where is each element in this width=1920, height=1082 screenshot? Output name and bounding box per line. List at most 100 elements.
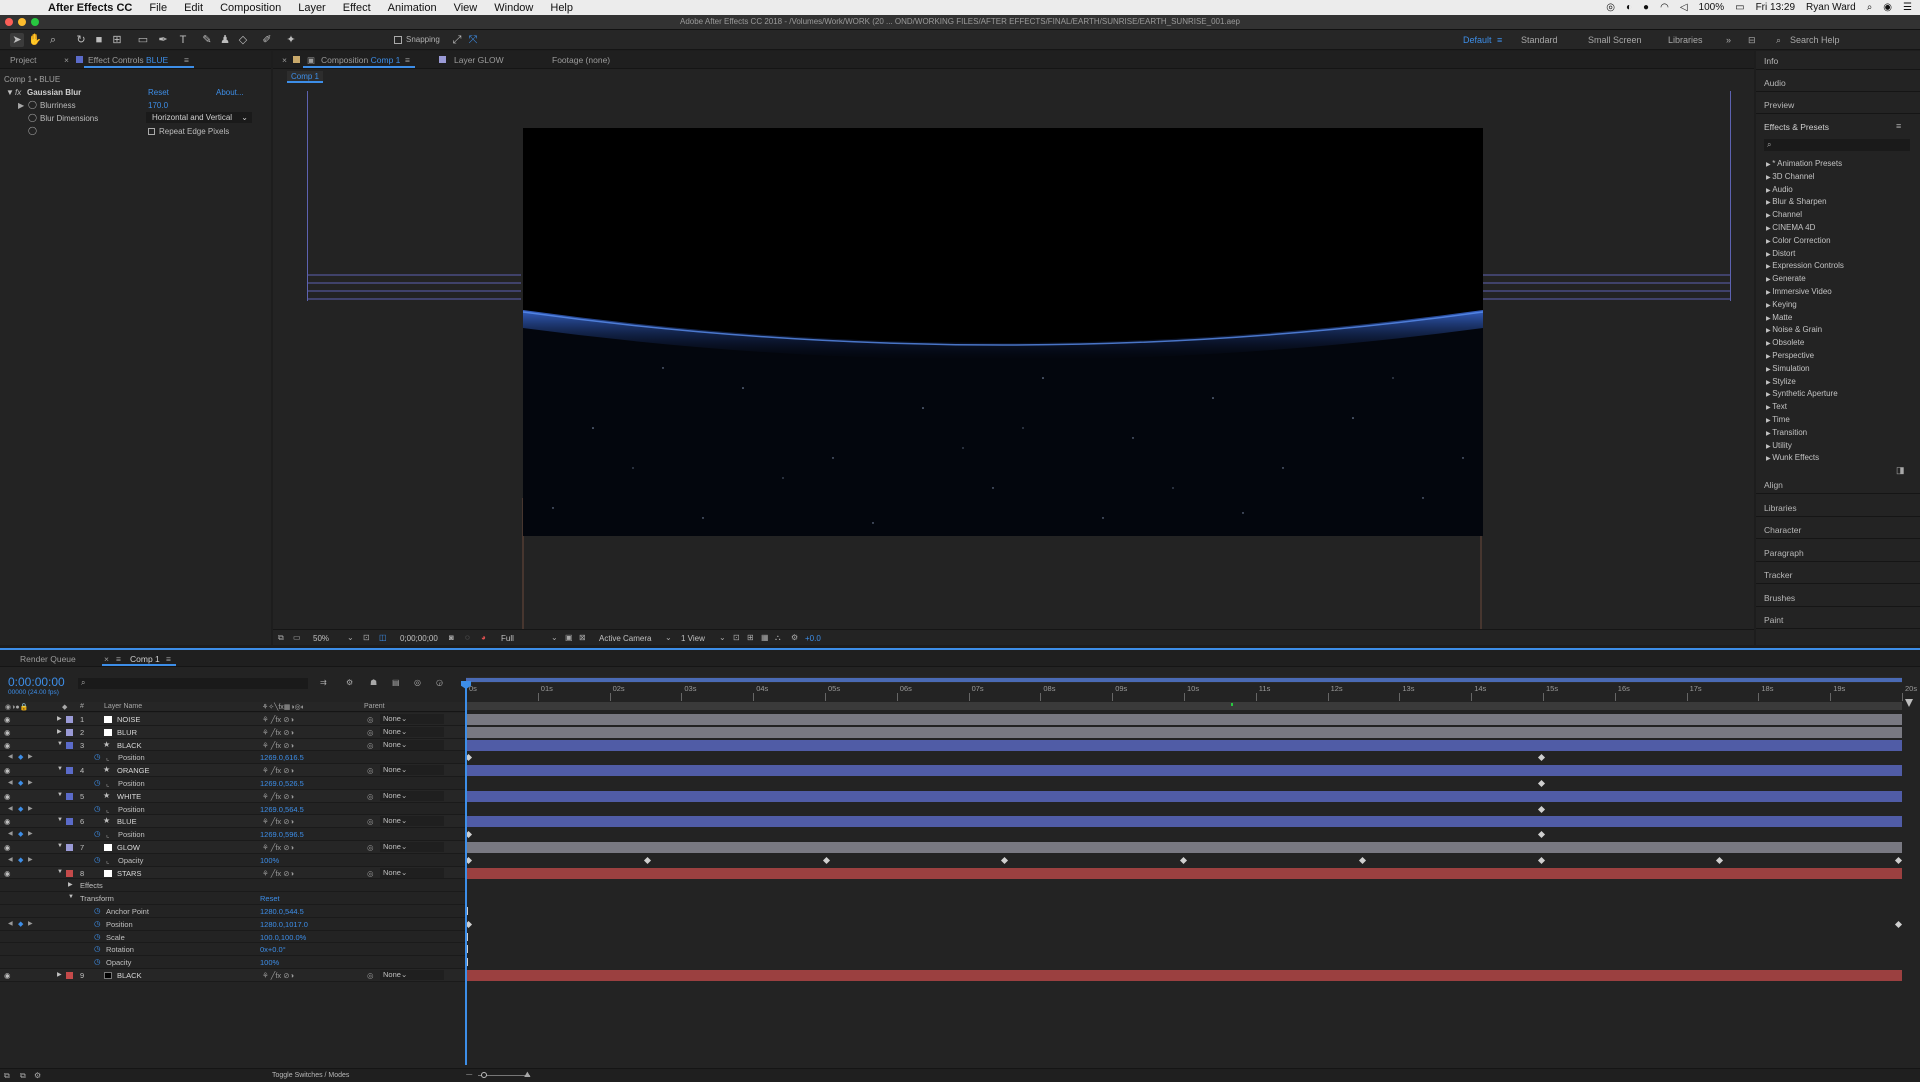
zoom-slider-thumb[interactable] bbox=[481, 1072, 487, 1078]
more-workspaces-icon[interactable]: » bbox=[1726, 35, 1731, 45]
property-value[interactable]: 1269.0,616.5 bbox=[260, 753, 304, 762]
type-tool-icon[interactable]: T bbox=[176, 33, 190, 47]
effects-category-item[interactable]: ▶ Perspective bbox=[1766, 351, 1814, 360]
roto-brush-tool-icon[interactable]: ✐ bbox=[260, 33, 274, 47]
twirl-open-icon[interactable]: ▼ bbox=[57, 817, 63, 823]
keyframe-diamond[interactable] bbox=[1001, 856, 1009, 864]
effects-category-item[interactable]: ▶ Generate bbox=[1766, 274, 1806, 283]
keyframe-next-icon[interactable]: ▶ bbox=[28, 753, 33, 760]
blurriness-value[interactable]: 170.0 bbox=[148, 101, 168, 110]
selection-tool-icon[interactable]: ➤ bbox=[10, 33, 24, 47]
property-value[interactable]: 1269.0,596.5 bbox=[260, 830, 304, 839]
blur-dimensions-dropdown[interactable]: Horizontal and Vertical ⌄ bbox=[146, 112, 252, 123]
parent-dropdown[interactable]: None⌄ bbox=[380, 816, 444, 827]
layer-switches-icons[interactable]: ⚘ ╱fx ⊘◑ bbox=[262, 766, 294, 775]
layer-duration-bar[interactable] bbox=[466, 970, 1902, 981]
camera-tool-icon[interactable]: ■ bbox=[92, 33, 106, 47]
layer-switches-icons[interactable]: ⚘ ╱fx ⊘◑ bbox=[262, 715, 294, 724]
layer-switches-icons[interactable]: ⚘ ╱fx ⊘◑ bbox=[262, 971, 294, 980]
eye-icon[interactable]: ◉ bbox=[4, 843, 11, 852]
stopwatch-icon[interactable]: ◯ bbox=[28, 126, 37, 135]
label-color-swatch[interactable] bbox=[66, 972, 73, 979]
effects-category-item[interactable]: ▶ * Animation Presets bbox=[1766, 159, 1842, 168]
keyframe-prev-icon[interactable]: ◀ bbox=[8, 920, 13, 927]
workspace-small-screen[interactable]: Small Screen bbox=[1588, 35, 1642, 45]
parent-dropdown[interactable]: None⌄ bbox=[380, 765, 444, 776]
info-panel-tab[interactable]: Info bbox=[1756, 51, 1920, 70]
notification-center-icon[interactable]: ☰ bbox=[1903, 2, 1912, 13]
camera-view-dropdown[interactable]: Active Camera bbox=[599, 634, 651, 643]
comp-panel-menu-icon[interactable]: ≡ bbox=[405, 55, 410, 65]
panel-tab-align[interactable]: Align bbox=[1756, 475, 1920, 494]
volume-icon[interactable]: ◁ bbox=[1680, 2, 1688, 13]
menu-help[interactable]: Help bbox=[550, 2, 573, 14]
keyframe-diamond[interactable] bbox=[1716, 856, 1724, 864]
comp-tab-close-icon[interactable]: × bbox=[282, 55, 287, 65]
stopwatch-icon[interactable]: ◷ bbox=[94, 932, 101, 941]
parent-pickwhip-icon[interactable]: ◎ bbox=[367, 715, 374, 724]
comp-subtab[interactable]: Comp 1 bbox=[287, 71, 323, 83]
eye-icon[interactable]: ◉ bbox=[4, 728, 11, 737]
label-color-swatch[interactable] bbox=[66, 869, 73, 877]
effects-category-item[interactable]: ▶ Immersive Video bbox=[1766, 287, 1832, 296]
stopwatch-icon[interactable]: ◷ bbox=[94, 855, 101, 864]
effects-category-item[interactable]: ▶ Audio bbox=[1766, 185, 1793, 194]
stopwatch-icon[interactable]: ◷ bbox=[94, 944, 101, 953]
region-of-interest-icon[interactable]: ▣ bbox=[565, 633, 573, 642]
snap-features-icon[interactable]: ⤧ bbox=[466, 33, 480, 47]
hand-tool-icon[interactable]: ✋ bbox=[28, 33, 42, 47]
safe-margins-icon[interactable]: ⊡ bbox=[363, 633, 370, 642]
comp-end-marker-icon[interactable] bbox=[1905, 699, 1913, 707]
parent-pickwhip-icon[interactable]: ◎ bbox=[367, 869, 374, 878]
toggle-switches-modes-button[interactable]: Toggle Switches / Modes bbox=[272, 1072, 349, 1079]
panel-tab-libraries[interactable]: Libraries bbox=[1756, 498, 1920, 517]
property-group-reset[interactable]: Reset bbox=[260, 894, 280, 903]
keyframe-add-icon[interactable]: ◆ bbox=[18, 753, 23, 761]
timeline-search-input[interactable]: ⌕ bbox=[78, 678, 308, 689]
eraser-tool-icon[interactable]: ◇ bbox=[236, 33, 250, 47]
stopwatch-icon[interactable]: ◷ bbox=[94, 957, 101, 966]
eye-icon[interactable]: ◉ bbox=[4, 869, 11, 878]
creative-cloud-icon[interactable]: ● bbox=[1643, 2, 1649, 13]
keyframe-diamond[interactable] bbox=[1358, 856, 1366, 864]
parent-pickwhip-icon[interactable]: ◎ bbox=[367, 817, 374, 826]
keyframe-diamond[interactable] bbox=[1537, 754, 1545, 762]
effects-category-item[interactable]: ▶ Noise & Grain bbox=[1766, 325, 1822, 334]
layer-name[interactable]: STARS bbox=[117, 869, 141, 878]
comp-tab-lock-icon[interactable]: ▣ bbox=[307, 55, 315, 66]
rotate-tool-icon[interactable]: ↻ bbox=[74, 33, 88, 47]
graph-icon[interactable]: ⌞ bbox=[106, 830, 110, 839]
tab-layer-glow[interactable]: Layer GLOW bbox=[454, 55, 504, 65]
layer-name[interactable]: ORANGE bbox=[117, 766, 150, 775]
brush-tool-icon[interactable]: ✎ bbox=[200, 33, 214, 47]
resolution-dropdown[interactable]: Full bbox=[501, 634, 514, 643]
effects-category-item[interactable]: ▶ CINEMA 4D bbox=[1766, 223, 1815, 232]
effects-category-item[interactable]: ▶ Utility bbox=[1766, 441, 1792, 450]
workspace-panel-icon[interactable]: ⊟ bbox=[1748, 35, 1756, 46]
keyframe-diamond[interactable] bbox=[1537, 856, 1545, 864]
clock[interactable]: Fri 13:29 bbox=[1756, 2, 1795, 13]
graph-icon[interactable]: ⌞ bbox=[106, 779, 110, 788]
battery-icon[interactable]: ▭ bbox=[1735, 2, 1744, 13]
effects-category-item[interactable]: ▶ 3D Channel bbox=[1766, 172, 1815, 181]
keyframe-prev-icon[interactable]: ◀ bbox=[8, 779, 13, 786]
eye-icon[interactable]: ◉ bbox=[4, 817, 11, 826]
chevron-down-icon[interactable]: ⌄ bbox=[347, 633, 354, 642]
effects-category-item[interactable]: ▶ Matte bbox=[1766, 313, 1792, 322]
pen-tool-icon[interactable]: ✒ bbox=[156, 33, 170, 47]
magnification-dropdown[interactable]: 50% bbox=[313, 634, 329, 643]
parent-dropdown[interactable]: None⌄ bbox=[380, 867, 444, 878]
layer-name[interactable]: BLUE bbox=[117, 817, 137, 826]
keyframe-add-icon[interactable]: ◆ bbox=[18, 779, 23, 787]
snapping-checkbox[interactable] bbox=[394, 36, 402, 44]
menu-animation[interactable]: Animation bbox=[388, 2, 437, 14]
effects-category-item[interactable]: ▶ Channel bbox=[1766, 210, 1802, 219]
eye-icon[interactable]: ◉ bbox=[4, 792, 11, 801]
parent-dropdown[interactable]: None⌄ bbox=[380, 726, 444, 737]
twirl-open-icon[interactable]: ▼ bbox=[57, 766, 63, 772]
keyframe-prev-icon[interactable]: ◀ bbox=[8, 805, 13, 812]
keyframe-diamond[interactable] bbox=[1894, 920, 1903, 928]
layer-duration-bar[interactable] bbox=[466, 714, 1902, 725]
label-color-swatch[interactable] bbox=[66, 792, 73, 800]
stopwatch-icon[interactable]: ◷ bbox=[94, 906, 101, 915]
